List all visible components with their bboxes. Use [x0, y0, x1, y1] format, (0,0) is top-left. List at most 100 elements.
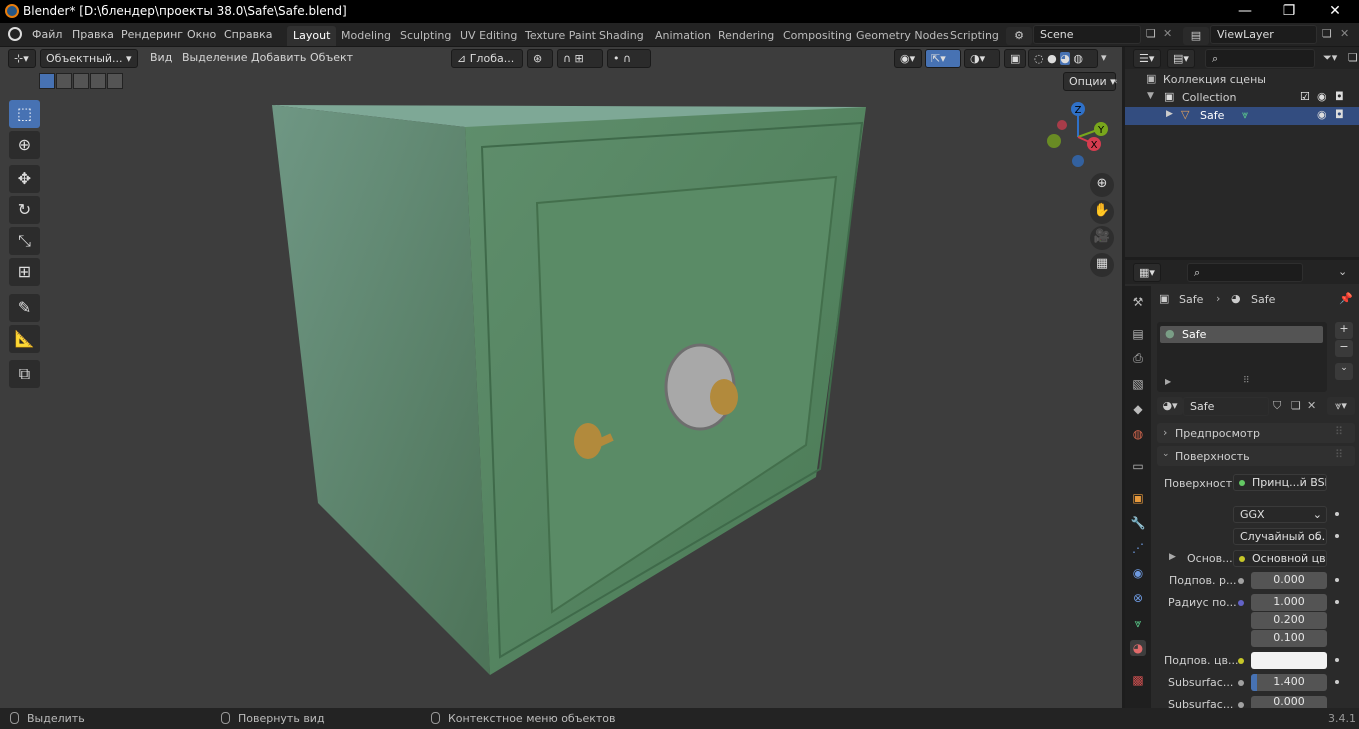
constraints-tab-icon[interactable]: ⊗ [1130, 590, 1146, 606]
surface-shader-dropdown[interactable]: Принц...й BSDF [1233, 474, 1327, 491]
menu-edit[interactable]: Правка [72, 28, 114, 41]
outliner-row-collection[interactable]: ▼ ▣ Collection ☑ ◉ ◘ [1125, 89, 1359, 107]
material-link-icon[interactable]: ⩔▾ [1327, 397, 1355, 415]
fake-user-icon[interactable]: ⛉ [1273, 399, 1281, 413]
delete-view-layer-icon[interactable]: ✕ [1340, 27, 1349, 40]
collection-tab-icon[interactable]: ▭ [1130, 458, 1146, 474]
properties-editor-type-icon[interactable]: ▦▾ [1133, 263, 1161, 282]
display-mode-icon[interactable]: ▤▾ [1167, 49, 1195, 68]
radius-keyframe-icon[interactable] [1335, 600, 1339, 604]
menu-render[interactable]: Рендеринг [121, 28, 183, 41]
tab-sculpting[interactable]: Sculpting [394, 26, 457, 46]
new-collection-icon[interactable]: ❏ [1348, 51, 1358, 64]
pan-icon[interactable]: ✋ [1090, 200, 1114, 224]
subsurface-color-swatch[interactable] [1251, 652, 1327, 669]
navigation-gizmo[interactable]: Z Y X [1040, 99, 1116, 171]
duplicate-material-icon[interactable]: ❏ [1291, 399, 1301, 412]
subsurface-weight-keyframe-icon[interactable] [1335, 578, 1339, 582]
render-tab-icon[interactable]: ▤ [1130, 326, 1146, 342]
subsurface-radius-y-field[interactable]: 0.200 [1251, 612, 1327, 629]
expand-object-icon[interactable]: ▶ [1166, 109, 1173, 119]
subsurface-aniso-field[interactable]: 0.000 [1251, 696, 1327, 708]
preview-panel-header[interactable]: › Предпросмотр ⠿ [1157, 423, 1355, 443]
outliner-search-input[interactable]: ⌕ [1205, 49, 1315, 68]
tab-uv-editing[interactable]: UV Editing [454, 26, 523, 46]
slot-specials-icon[interactable]: ⌄ [1335, 363, 1353, 380]
tool-tab-icon[interactable]: ⚒ [1130, 294, 1146, 310]
preview-drag-icon[interactable]: ⠿ [1335, 425, 1343, 438]
filter-icon[interactable]: ⏷▾ [1323, 51, 1337, 65]
properties-options-icon[interactable]: ⌄ [1338, 265, 1347, 278]
tab-rendering[interactable]: Rendering [712, 26, 780, 46]
particles-tab-icon[interactable]: ⋰ [1130, 540, 1146, 556]
scene-name-field[interactable]: Scene [1033, 25, 1141, 44]
distribution-dropdown[interactable]: GGX ⌄ [1233, 506, 1327, 523]
safe-model[interactable] [0, 47, 1122, 708]
minimize-button[interactable]: — [1222, 2, 1268, 21]
object-tab-icon[interactable]: ▣ [1130, 490, 1146, 506]
add-slot-button[interactable]: + [1335, 322, 1353, 339]
zoom-icon[interactable]: ⊕ [1090, 173, 1114, 197]
collapse-collection-icon[interactable]: ▼ [1147, 91, 1154, 101]
subsurface-ior-keyframe-icon[interactable] [1335, 680, 1339, 684]
unlink-material-icon[interactable]: ✕ [1307, 399, 1316, 412]
distribution-keyframe-icon[interactable] [1335, 512, 1339, 516]
slot-expand-icon[interactable]: ▶ [1165, 377, 1171, 386]
outliner-row-scene-collection[interactable]: ▣ Коллекция сцены [1125, 71, 1359, 89]
maximize-button[interactable]: ❐ [1266, 2, 1312, 21]
object-render-icon[interactable]: ◘ [1335, 108, 1344, 121]
subsurface-color-keyframe-icon[interactable] [1335, 658, 1339, 662]
scene-selector-icon[interactable]: ⚙ [1006, 27, 1032, 45]
view-layer-field[interactable]: ViewLayer [1210, 25, 1317, 44]
remove-slot-button[interactable]: − [1335, 340, 1353, 357]
pin-icon[interactable]: 📌 [1339, 292, 1353, 305]
view-layer-icon[interactable]: ▤ [1183, 27, 1209, 45]
subsurface-method-keyframe-icon[interactable] [1335, 534, 1339, 538]
collection-render-icon[interactable]: ◘ [1335, 90, 1344, 103]
delete-scene-icon[interactable]: ✕ [1163, 27, 1172, 40]
subsurface-radius-z-field[interactable]: 0.100 [1251, 630, 1327, 647]
viewport-3d[interactable]: ⊹▾ Объектный... ▾ Вид Выделение Добавить… [0, 47, 1122, 708]
menu-file[interactable]: Файл [32, 28, 62, 41]
surface-panel-header[interactable]: ⌄ Поверхность ⠿ [1157, 446, 1355, 466]
tab-layout[interactable]: Layout [287, 26, 337, 46]
scene-tab-icon[interactable]: ◆ [1130, 401, 1146, 417]
tab-animation[interactable]: Animation [649, 26, 717, 46]
material-slot-list[interactable]: ● Safe ▶ ⠿ [1157, 322, 1327, 392]
collection-checkbox-icon[interactable]: ☑ [1300, 90, 1310, 103]
subsurface-radius-x-field[interactable]: 1.000 [1251, 594, 1327, 611]
browse-material-icon[interactable]: ◕▾ [1157, 397, 1183, 415]
output-tab-icon[interactable]: ⎙ [1130, 350, 1146, 366]
new-scene-icon[interactable]: ❏ [1146, 27, 1156, 40]
outliner-editor-type-icon[interactable]: ☰▾ [1133, 49, 1161, 68]
modifier-tab-icon[interactable]: 🔧 [1130, 515, 1146, 531]
tab-compositing[interactable]: Compositing [777, 26, 858, 46]
new-view-layer-icon[interactable]: ❏ [1322, 27, 1332, 40]
material-name-field[interactable]: Safe [1183, 397, 1269, 416]
subsurface-ior-field[interactable]: 1.400 [1251, 674, 1327, 691]
blender-menu-icon[interactable] [8, 27, 22, 41]
base-color-expand-icon[interactable]: ▶ [1169, 552, 1176, 562]
tab-modeling[interactable]: Modeling [335, 26, 397, 46]
material-tab-icon[interactable]: ◕ [1130, 640, 1146, 656]
menu-window[interactable]: Окно [187, 28, 216, 41]
ortho-toggle-icon[interactable]: ▦ [1090, 253, 1114, 277]
subsurface-method-dropdown[interactable]: Случайный об... ⌄ [1233, 528, 1327, 545]
object-visibility-icon[interactable]: ◉ [1317, 108, 1327, 121]
view-layer-tab-icon[interactable]: ▧ [1130, 376, 1146, 392]
camera-view-icon[interactable]: 🎥 [1090, 226, 1114, 250]
tab-scripting[interactable]: Scripting [944, 26, 1005, 46]
texture-tab-icon[interactable]: ▩ [1130, 672, 1146, 688]
world-tab-icon[interactable]: ◍ [1130, 426, 1146, 442]
base-color-link-dropdown[interactable]: Основной цвет [1233, 550, 1327, 567]
properties-search-input[interactable]: ⌕ [1187, 263, 1303, 282]
collection-visibility-icon[interactable]: ◉ [1317, 90, 1327, 103]
surface-drag-icon[interactable]: ⠿ [1335, 448, 1343, 461]
menu-help[interactable]: Справка [224, 28, 272, 41]
tab-texture-paint[interactable]: Texture Paint [519, 26, 602, 46]
close-button[interactable]: ✕ [1312, 2, 1358, 21]
subsurface-weight-field[interactable]: 0.000 [1251, 572, 1327, 589]
tab-geometry-nodes[interactable]: Geometry Nodes [850, 26, 955, 46]
physics-tab-icon[interactable]: ◉ [1130, 565, 1146, 581]
tab-shading[interactable]: Shading [593, 26, 650, 46]
